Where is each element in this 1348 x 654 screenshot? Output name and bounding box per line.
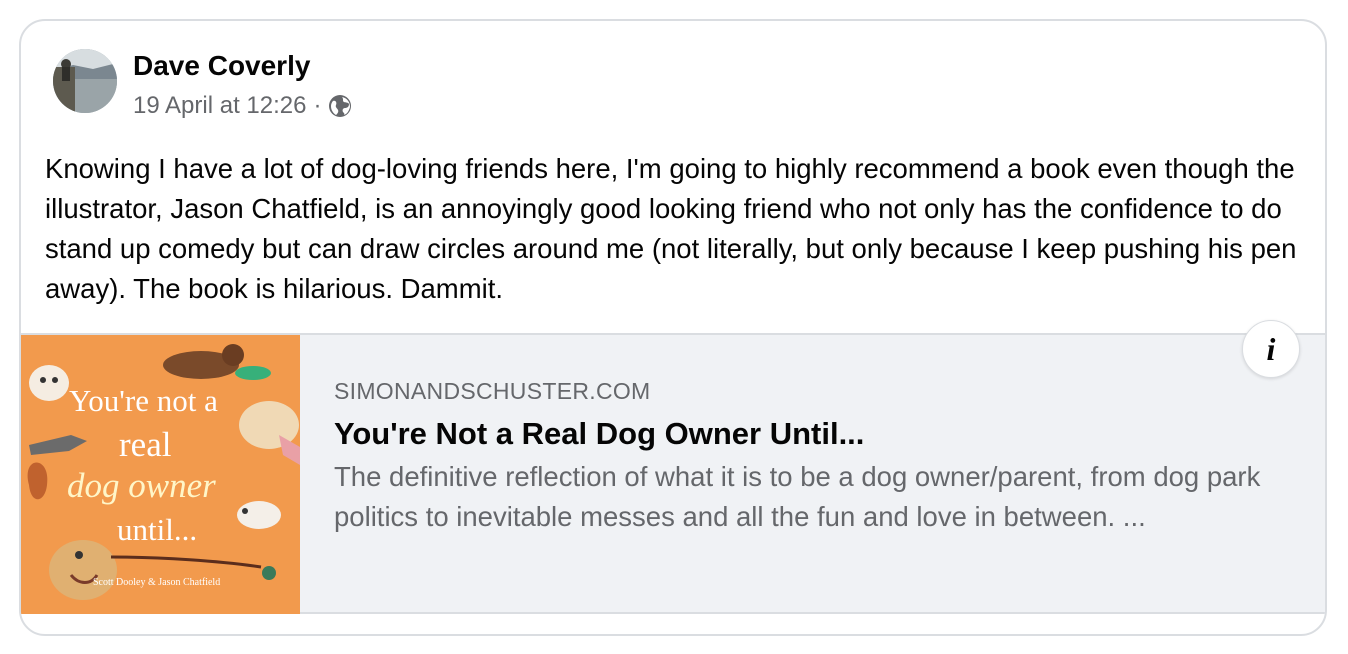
- cover-line-2: real: [119, 425, 172, 464]
- avatar-image: [53, 49, 117, 113]
- book-cover-image[interactable]: You're not a real dog owner until... Sco…: [21, 335, 300, 614]
- post-timestamp[interactable]: 19 April at 12:26: [133, 91, 306, 121]
- link-domain: SIMONANDSCHUSTER.COM: [334, 378, 651, 404]
- cover-line-1: You're not a: [69, 383, 218, 418]
- post-card: Dave Coverly 19 April at 12:26 · Knowing…: [19, 19, 1327, 636]
- link-preview[interactable]: You're not a real dog owner until... Sco…: [21, 320, 1325, 614]
- meta-separator: ·: [313, 92, 322, 119]
- author-avatar[interactable]: [53, 49, 117, 113]
- author-name[interactable]: Dave Coverly: [133, 49, 310, 83]
- link-title[interactable]: You're Not a Real Dog Owner Until...: [334, 415, 864, 453]
- link-description: The definitive reflection of what it is …: [334, 461, 1261, 532]
- info-icon: i: [1266, 331, 1276, 367]
- post-text: Knowing I have a lot of dog-loving frien…: [45, 153, 1297, 304]
- globe-icon[interactable]: [328, 94, 352, 118]
- cover-authors: Scott Dooley & Jason Chatfield: [93, 577, 221, 588]
- cover-line-3: dog owner: [67, 466, 216, 505]
- info-button[interactable]: i: [1242, 320, 1300, 378]
- post-meta: 19 April at 12:26 ·: [133, 91, 352, 121]
- cover-line-4: until...: [117, 512, 198, 547]
